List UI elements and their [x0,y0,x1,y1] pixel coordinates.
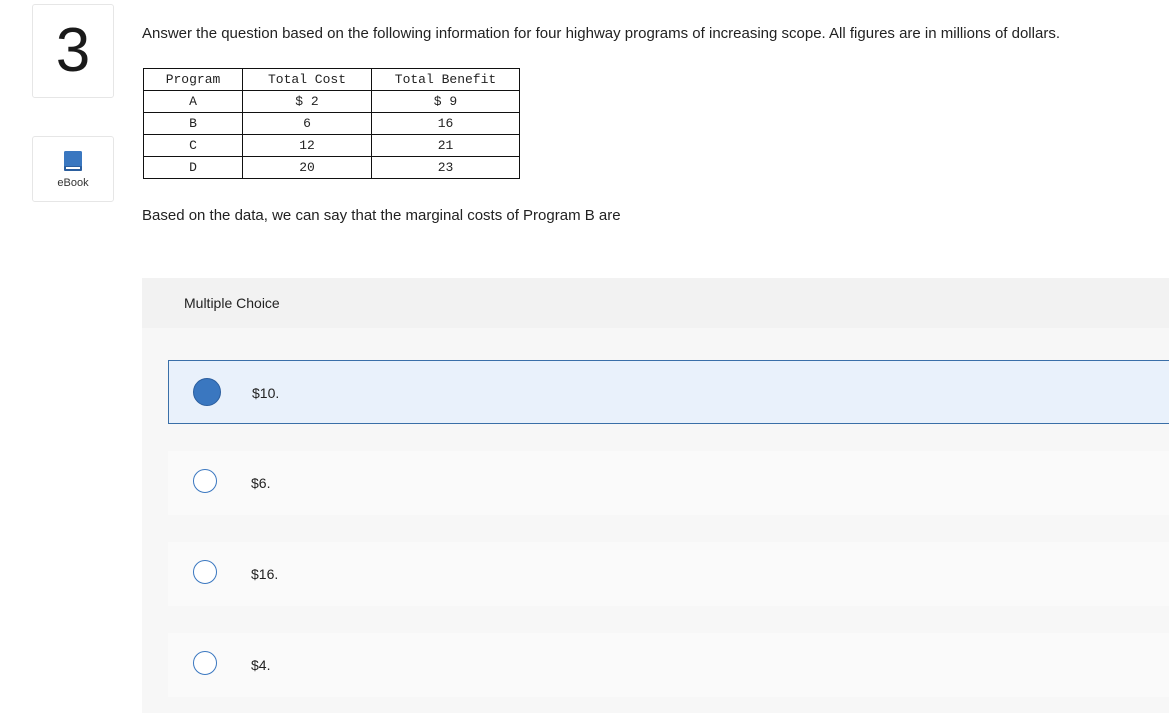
answer-option-1[interactable]: $10. [168,360,1169,424]
table-cell: A [143,90,243,113]
table-header-row: Program Total Cost Total Benefit [143,68,520,91]
table-cell: D [143,156,243,179]
answer-option-2[interactable]: $6. [168,451,1169,515]
table-row: A $ 2 $ 9 [143,90,520,113]
radio-button[interactable] [193,651,217,675]
radio-button[interactable] [193,560,217,584]
radio-button-selected[interactable] [193,378,221,406]
answer-option-4[interactable]: $4. [168,633,1169,697]
column-header-total-cost: Total Cost [242,68,372,91]
question-number-card: 3 [32,4,114,98]
table-cell: $ 9 [371,90,520,113]
table-row: C 12 21 [143,134,520,157]
answer-option-label: $4. [251,657,271,673]
table-cell: C [143,134,243,157]
question-prompt: Answer the question based on the followi… [142,25,1060,42]
radio-button[interactable] [193,469,217,493]
answer-option-label: $16. [251,566,279,582]
table-cell: 12 [242,134,372,157]
question-number: 3 [55,16,91,85]
column-header-total-benefit: Total Benefit [371,68,520,91]
options-list: $10. $6. $16. $4. [142,328,1169,713]
answer-option-3[interactable]: $16. [168,542,1169,606]
ebook-label: eBook [57,177,89,189]
question-text: Based on the data, we can say that the m… [142,207,621,224]
answer-option-label: $6. [251,475,271,491]
table-cell: $ 2 [242,90,372,113]
table-row: D 20 23 [143,156,520,179]
multiple-choice-header: Multiple Choice [184,295,280,311]
program-data-table: Program Total Cost Total Benefit A $ 2 $… [143,68,520,179]
answer-option-label: $10. [252,385,280,401]
ebook-button[interactable]: eBook [32,136,114,202]
table-cell: 20 [242,156,372,179]
book-icon [64,151,82,171]
table-cell: B [143,112,243,135]
table-cell: 21 [371,134,520,157]
table-cell: 6 [242,112,372,135]
table-cell: 23 [371,156,520,179]
multiple-choice-panel: Multiple Choice $10. $6. $16. $4. [142,278,1169,713]
table-cell: 16 [371,112,520,135]
table-row: B 6 16 [143,112,520,135]
column-header-program: Program [143,68,243,91]
